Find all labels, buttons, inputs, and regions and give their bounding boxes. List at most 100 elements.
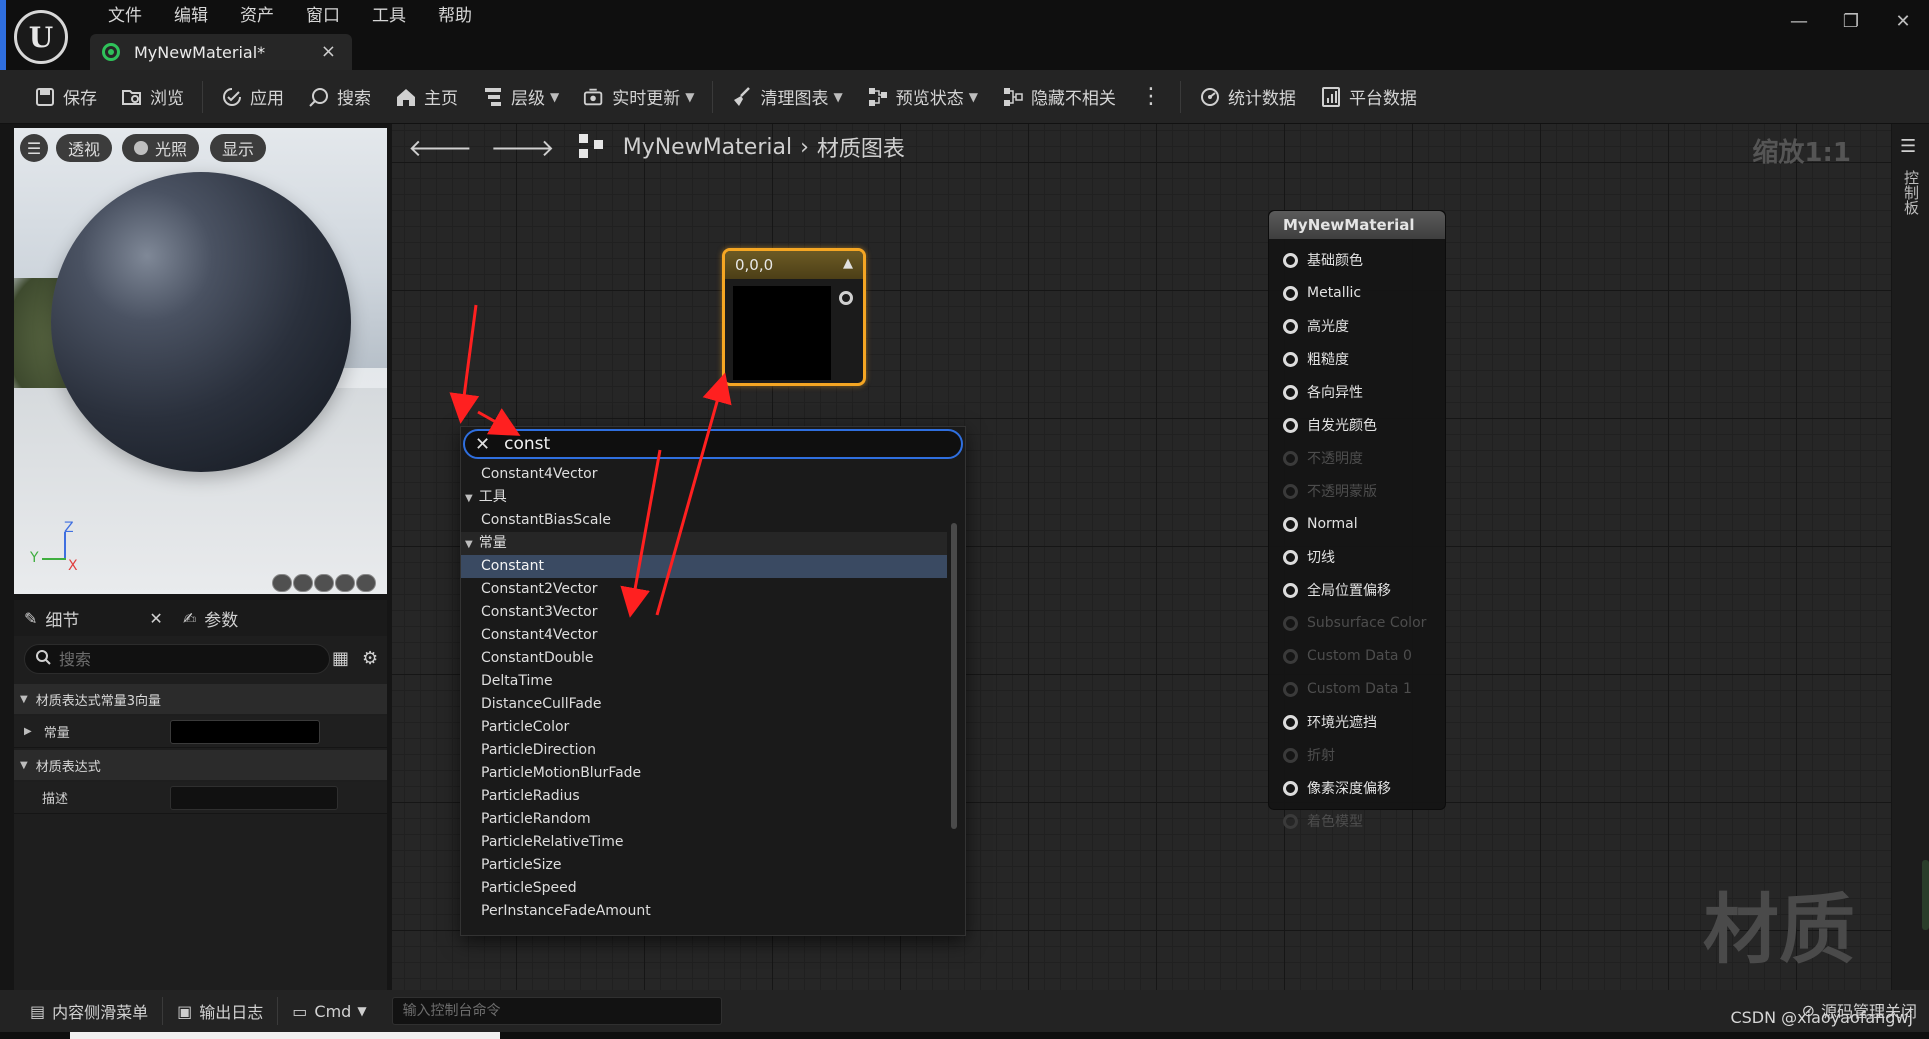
clean-graph-button[interactable]: 清理图表 ▼ (719, 77, 854, 117)
material-input-pin-row[interactable]: Metallic (1283, 280, 1361, 306)
material-input-pin-row[interactable]: 不透明度 (1283, 445, 1363, 471)
results-scrollbar[interactable] (951, 523, 957, 829)
material-input-pin-row[interactable]: 折射 (1283, 742, 1335, 768)
result-item[interactable]: Constant3Vector (461, 601, 947, 624)
category-constant3vector[interactable]: ▼ 材质表达式常量3向量 (14, 684, 387, 714)
cmd-selector[interactable]: ▭ Cmd ▼ (282, 994, 383, 1028)
platform-stats-button[interactable]: 平台数据 (1308, 77, 1429, 117)
panel-grip[interactable] (1922, 860, 1929, 930)
result-item[interactable]: DeltaTime (461, 670, 947, 693)
material-input-pin-row[interactable]: 着色模型 (1283, 808, 1363, 834)
result-item[interactable]: ParticleMotionBlurFade (461, 762, 947, 785)
tab-parameters[interactable]: ✍ 参数 (173, 600, 248, 636)
material-input-pin-row[interactable]: 像素深度偏移 (1283, 775, 1391, 801)
breadcrumb-material[interactable]: MyNewMaterial (623, 135, 792, 160)
material-input-pin-row[interactable]: 环境光遮挡 (1283, 709, 1377, 735)
cylinder-preview-icon[interactable] (272, 574, 292, 592)
input-pin-icon[interactable] (1283, 549, 1298, 565)
menu-window[interactable]: 窗口 (290, 4, 356, 28)
sphere-preview-icon[interactable] (293, 574, 313, 592)
input-pin-icon[interactable] (1283, 450, 1298, 466)
viewport-menu-button[interactable]: ☰ (20, 134, 48, 162)
input-pin-icon[interactable] (1283, 285, 1298, 301)
input-pin-icon[interactable] (1283, 318, 1298, 334)
result-item[interactable]: ConstantDouble (461, 647, 947, 670)
forward-arrow-icon[interactable]: 🡒 (490, 133, 554, 162)
input-pin-icon[interactable] (1283, 681, 1298, 697)
input-pin-icon[interactable] (1283, 351, 1298, 367)
chevron-up-icon[interactable]: ▲ (843, 256, 853, 271)
expand-triangle-icon[interactable]: ▶ (24, 726, 32, 737)
result-item[interactable]: PerInstanceFadeAmount (461, 900, 947, 923)
custom-mesh-preview-icon[interactable] (356, 574, 376, 592)
preview-state-button[interactable]: 预览状态 ▼ (855, 77, 990, 117)
material-input-pin-row[interactable]: Subsurface Color (1283, 610, 1426, 636)
menu-help[interactable]: 帮助 (422, 4, 488, 28)
input-pin-icon[interactable] (1283, 582, 1298, 598)
content-drawer-button[interactable]: ▤ 内容侧滑菜单 (20, 994, 158, 1028)
gear-icon[interactable]: ⚙ (362, 648, 378, 669)
menu-asset[interactable]: 资产 (224, 4, 290, 28)
live-update-button[interactable]: 实时更新 ▼ (571, 77, 706, 117)
input-pin-icon[interactable] (1283, 648, 1298, 664)
cube-preview-icon[interactable] (335, 574, 355, 592)
constant3vector-node[interactable]: 0,0,0 ▲ (722, 248, 866, 386)
menu-edit[interactable]: 编辑 (158, 4, 224, 28)
stats-button[interactable]: 统计数据 (1187, 77, 1308, 117)
description-field[interactable] (170, 786, 338, 810)
input-pin-icon[interactable] (1283, 615, 1298, 631)
restore-button[interactable]: ❐ (1825, 8, 1877, 36)
input-pin-icon[interactable] (1283, 252, 1298, 268)
result-item[interactable]: ParticleRandom (461, 808, 947, 831)
output-log-button[interactable]: ▣ 输出日志 (167, 994, 273, 1028)
material-input-pin-row[interactable]: 不透明蒙版 (1283, 478, 1377, 504)
material-input-pin-row[interactable]: Normal (1283, 511, 1358, 537)
result-item[interactable]: Constant (461, 555, 947, 578)
result-category[interactable]: ▼ 工具 (461, 486, 947, 509)
material-input-pin-row[interactable]: 高光度 (1283, 313, 1349, 339)
minimize-button[interactable]: — (1773, 8, 1825, 36)
console-input[interactable]: 输入控制台命令 (391, 997, 722, 1025)
breadcrumb-graph[interactable]: 材质图表 (817, 131, 905, 163)
tab-details[interactable]: ✎ 细节 ✕ (14, 600, 173, 636)
result-item[interactable]: ParticleSpeed (461, 877, 947, 900)
constant-color-swatch[interactable] (170, 720, 320, 744)
material-input-pin-row[interactable]: Custom Data 0 (1283, 643, 1412, 669)
result-item[interactable]: Constant2Vector (461, 578, 947, 601)
menu-file[interactable]: 文件 (92, 4, 158, 28)
apply-button[interactable]: 应用 (209, 77, 296, 117)
search-button[interactable]: 搜索 (296, 77, 383, 117)
clear-search-icon[interactable]: ✕ (475, 434, 490, 455)
result-item[interactable]: Constant4Vector (461, 624, 947, 647)
back-arrow-icon[interactable]: 🡐 (408, 133, 472, 162)
input-pin-icon[interactable] (1283, 780, 1298, 796)
tab-close-button[interactable]: × (321, 41, 336, 62)
material-result-node[interactable]: MyNewMaterial 基础颜色 Metallic 高光度 粗糙度 各向异性 自发光颜… (1268, 210, 1446, 830)
perspective-button[interactable]: 透视 (56, 134, 113, 162)
show-button[interactable]: 显示 (210, 134, 267, 162)
details-search-input[interactable] (59, 649, 309, 669)
material-input-pin-row[interactable]: 切线 (1283, 544, 1335, 570)
table-view-icon[interactable]: ▦ (332, 648, 349, 669)
plane-preview-icon[interactable] (314, 574, 334, 592)
result-item[interactable]: ParticleRadius (461, 785, 947, 808)
input-pin-icon[interactable] (1283, 714, 1298, 730)
result-item[interactable]: DistanceCullFade (461, 693, 947, 716)
material-input-pin-row[interactable]: 全局位置偏移 (1283, 577, 1391, 603)
hierarchy-button[interactable]: 层级 ▼ (470, 77, 571, 117)
material-input-pin-row[interactable]: 自发光颜色 (1283, 412, 1377, 438)
menu-tools[interactable]: 工具 (356, 4, 422, 28)
close-icon[interactable]: ✕ (149, 609, 162, 628)
material-input-pin-row[interactable]: 基础颜色 (1283, 247, 1363, 273)
input-pin-icon[interactable] (1283, 516, 1298, 532)
hide-unrelated-button[interactable]: 隐藏不相关 (990, 77, 1128, 117)
more-options-icon[interactable]: ⋮ (1128, 84, 1174, 109)
result-item[interactable]: ParticleRelativeTime (461, 831, 947, 854)
close-window-button[interactable]: ✕ (1877, 8, 1929, 36)
palette-label[interactable]: 控制板 (1901, 170, 1922, 215)
save-button[interactable]: 保存 (22, 77, 109, 117)
input-pin-icon[interactable] (1283, 384, 1298, 400)
input-pin-icon[interactable] (1283, 483, 1298, 499)
result-item[interactable]: ParticleDirection (461, 739, 947, 762)
result-category[interactable]: ▼ 常量 (461, 532, 947, 555)
